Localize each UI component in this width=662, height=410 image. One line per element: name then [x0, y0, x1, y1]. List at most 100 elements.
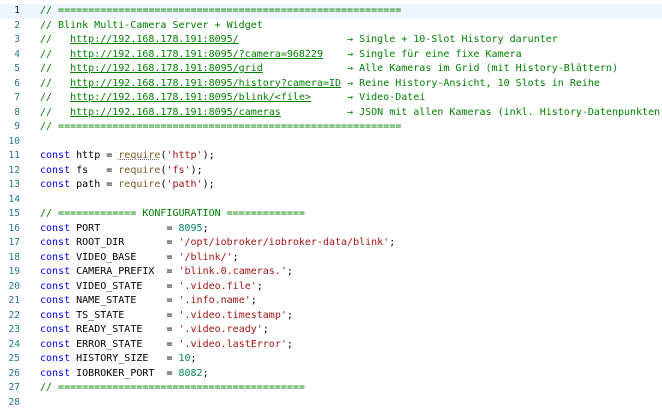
code-token: const [40, 281, 70, 292]
line-code: // =====================================… [40, 120, 401, 135]
code-line[interactable]: 16const PORT = 8095; [0, 222, 662, 237]
line-number: 18 [0, 251, 20, 266]
code-token: require [118, 165, 160, 176]
code-token: ; [287, 310, 293, 321]
code-token: 'blink.0.cameras.' [178, 266, 286, 277]
line-number: 1 [0, 4, 20, 19]
code-line[interactable]: 28 [0, 396, 662, 410]
code-line[interactable]: 12const fs = require('fs'); [0, 164, 662, 179]
code-line[interactable]: 22 const TS_STATE = '.video.timestamp'; [0, 309, 662, 324]
code-token: path = [70, 179, 118, 190]
code-token: const [40, 179, 70, 190]
line-number: 4 [0, 48, 20, 63]
line-number: 26 [0, 367, 20, 382]
code-token: http://192.168.178.191:8095/ [70, 34, 239, 45]
code-line[interactable]: 7// http://192.168.178.191:8095/blink/<f… [0, 91, 662, 106]
code-lines[interactable]: 1 // ====================================… [0, 4, 662, 410]
code-token: // [40, 63, 70, 74]
code-token: PORT = [70, 223, 178, 234]
code-line[interactable]: 5// http://192.168.178.191:8095/grid → A… [0, 62, 662, 77]
code-token: // [40, 49, 70, 60]
line-number: 10 [0, 135, 20, 150]
code-token: HISTORY_SIZE = [70, 353, 178, 364]
code-line[interactable]: 3// http://192.168.178.191:8095/ → Singl… [0, 33, 662, 48]
code-line[interactable]: 21const NAME_STATE = '.info.name'; [0, 294, 662, 309]
code-editor[interactable]: 1 // ====================================… [0, 0, 662, 401]
line-number: 25 [0, 352, 20, 367]
line-number: 15 [0, 207, 20, 222]
code-token: '.video.lastError' [178, 339, 286, 350]
code-line[interactable]: 20const VIDEO_STATE = '.video.file'; [0, 280, 662, 295]
line-code: // =====================================… [40, 381, 305, 396]
code-token: http = [70, 150, 118, 161]
code-token: ROOT_DIR = [70, 237, 178, 248]
line-code: const VIDEO_BASE = '/blink/'; [40, 251, 239, 266]
line-code: // http://192.168.178.191:8095/ → Single… [40, 33, 558, 48]
code-line[interactable]: 24const ERROR_STATE = '.video.lastError'… [0, 338, 662, 353]
line-code: // http://192.168.178.191:8095/?camera=9… [40, 48, 522, 63]
code-line[interactable]: 4 // http://192.168.178.191:8095/?camera=… [0, 48, 662, 63]
code-line[interactable]: 17 const ROOT_DIR = '/opt/iobroker/iobrok… [0, 236, 662, 251]
line-code: const TS_STATE = '.video.timestamp'; [40, 309, 293, 324]
code-token: http://192.168.178.191:8095/grid [70, 63, 263, 74]
code-line[interactable]: 10 [0, 135, 662, 150]
line-code: // http://192.168.178.191:8095/grid → Al… [40, 62, 618, 77]
code-line[interactable]: 2// Blink Multi-Camera Server + Widget [0, 19, 662, 34]
line-number: 17 [0, 236, 20, 251]
code-token: ; [287, 339, 293, 350]
code-line[interactable]: 18 const VIDEO_BASE = '/blink/'; [0, 251, 662, 266]
code-token: const [40, 223, 70, 234]
code-token: const [40, 353, 70, 364]
code-token: '.video.file' [178, 281, 256, 292]
code-token: TS_STATE = [70, 310, 178, 321]
code-token: ); [203, 150, 215, 161]
code-token: http://192.168.178.191:8095/?camera=9682… [70, 49, 323, 60]
code-token: '.video.timestamp' [178, 310, 286, 321]
code-line[interactable]: 1 // ====================================… [0, 4, 662, 19]
line-code: const ROOT_DIR = '/opt/iobroker/iobroker… [40, 236, 395, 251]
code-token: READY_STATE = [70, 324, 178, 335]
line-number: 19 [0, 265, 20, 280]
code-token: // ============= KONFIGURATION =========… [40, 208, 305, 219]
line-number: 8 [0, 106, 20, 121]
code-token: 8082 [178, 368, 202, 379]
line-code: const http = require('http'); [40, 149, 215, 164]
code-token: ; [263, 324, 269, 335]
code-token: ; [233, 252, 239, 263]
code-token: ; [203, 223, 209, 234]
code-line[interactable]: 27// ===================================… [0, 381, 662, 396]
line-code: // Blink Multi-Camera Server + Widget [40, 19, 263, 34]
line-code: const PORT = 8095; [40, 222, 209, 237]
line-number: 22 [0, 309, 20, 324]
code-line[interactable]: 13const path = require('path'); [0, 178, 662, 193]
code-line[interactable]: 9// ====================================… [0, 120, 662, 135]
code-token: // [40, 107, 70, 118]
code-token: const [40, 310, 70, 321]
code-line[interactable]: 11const http = require('http'); [0, 149, 662, 164]
code-line[interactable]: 15 // ============= KONFIGURATION =======… [0, 207, 662, 222]
code-token: const [40, 266, 70, 277]
line-code: // http://192.168.178.191:8095/blink/<fi… [40, 91, 425, 106]
code-line[interactable]: 23const READY_STATE = '.video.ready'; [0, 323, 662, 338]
code-token: ); [203, 179, 215, 190]
line-code: const HISTORY_SIZE = 10; [40, 352, 197, 367]
code-token: http://192.168.178.191:8095/history?came… [70, 78, 341, 89]
code-token: // =====================================… [40, 121, 401, 132]
code-line[interactable]: 19 const CAMERA_PREFIX = 'blink.0.cameras… [0, 265, 662, 280]
code-token: 'http' [166, 150, 202, 161]
code-token: require [118, 179, 160, 190]
code-token: ; [389, 237, 395, 248]
line-code: // http://192.168.178.191:8095/history?c… [40, 77, 600, 92]
line-code: // ============= KONFIGURATION =========… [40, 207, 305, 222]
code-token: VIDEO_STATE = [70, 281, 178, 292]
code-token: CAMERA_PREFIX = [70, 266, 178, 277]
line-code: // =====================================… [40, 4, 401, 19]
code-token: → Reine History-Ansicht, 10 Slots in Rei… [341, 78, 600, 89]
code-token: ERROR_STATE = [70, 339, 178, 350]
code-line[interactable]: 8// http://192.168.178.191:8095/cameras … [0, 106, 662, 121]
code-line[interactable]: 14 [0, 193, 662, 208]
code-line[interactable]: 25 const HISTORY_SIZE = 10; [0, 352, 662, 367]
code-line[interactable]: 6// http://192.168.178.191:8095/history?… [0, 77, 662, 92]
code-token: // =====================================… [40, 5, 401, 16]
code-line[interactable]: 26const IOBROKER_PORT = 8082; [0, 367, 662, 382]
